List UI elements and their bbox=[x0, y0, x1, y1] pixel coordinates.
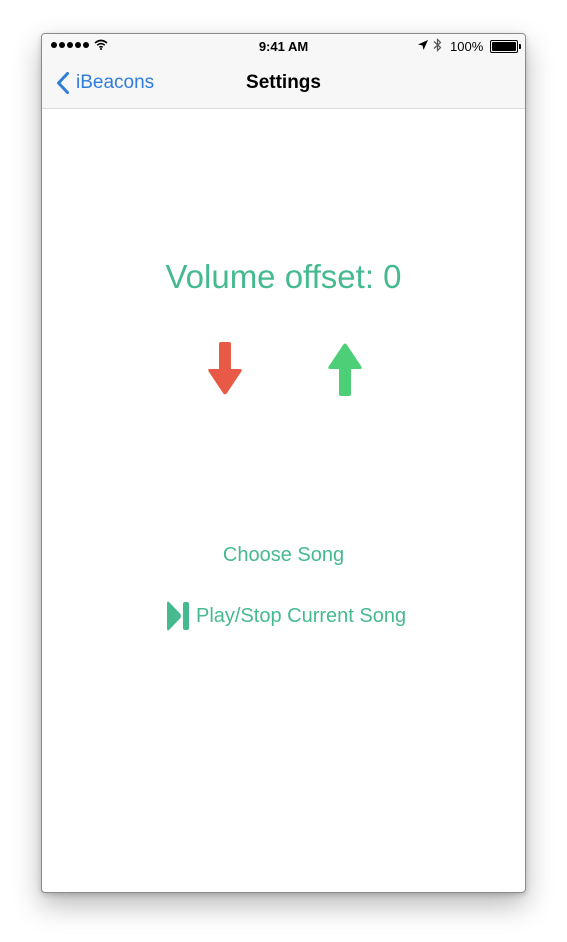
volume-up-button[interactable] bbox=[326, 341, 364, 402]
choose-song-button[interactable]: Choose Song bbox=[42, 544, 525, 567]
bluetooth-icon bbox=[433, 38, 442, 52]
status-bar: 9:41 AM 100% bbox=[42, 34, 525, 58]
volume-offset-label: Volume offset: 0 bbox=[165, 258, 402, 295]
arrow-down-icon bbox=[208, 342, 242, 395]
navigation-bar: iBeacons Settings bbox=[42, 58, 525, 109]
battery-icon bbox=[490, 40, 521, 53]
location-arrow-icon bbox=[418, 40, 428, 50]
play-stop-button[interactable]: Play/Stop Current Song bbox=[165, 601, 406, 631]
battery-percent: 100% bbox=[450, 39, 484, 54]
play-pause-icon bbox=[167, 601, 189, 631]
play-stop-label: Play/Stop Current Song bbox=[196, 604, 407, 627]
arrow-up-icon bbox=[328, 343, 362, 396]
volume-down-button[interactable] bbox=[206, 341, 244, 402]
page-title: Settings bbox=[246, 72, 321, 93]
phone-frame: 9:41 AM 100% iBeacons Settings Volume of… bbox=[41, 33, 526, 893]
